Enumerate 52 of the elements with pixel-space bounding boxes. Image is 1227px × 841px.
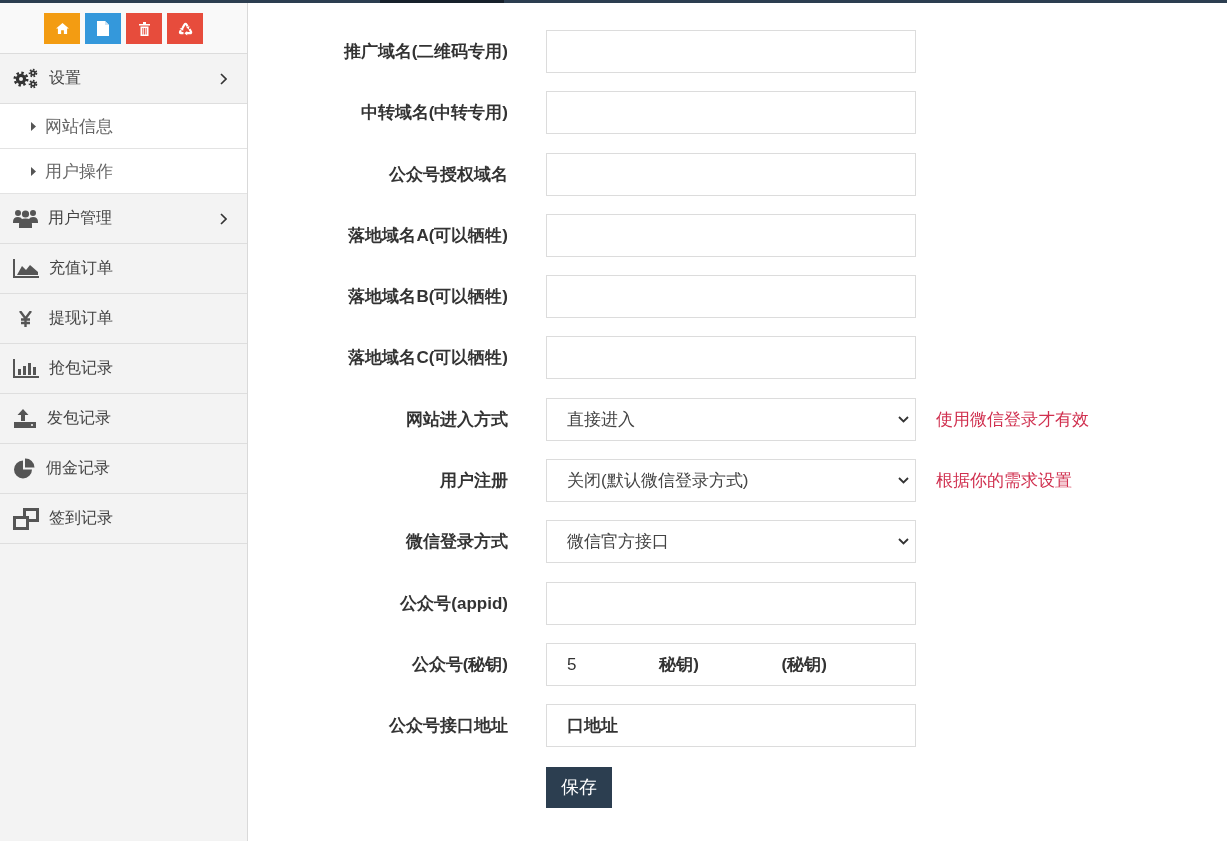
home-icon — [55, 23, 69, 34]
input-field[interactable] — [546, 152, 916, 196]
input-field[interactable]: 5 秘钥) (秘钥) — [546, 642, 916, 686]
home-button[interactable] — [44, 13, 80, 44]
input-field[interactable] — [546, 91, 916, 135]
document-icon — [97, 21, 109, 36]
recycle-icon — [177, 21, 193, 36]
trash-icon — [138, 21, 150, 36]
field-label: 落地域名A(可以牺牲) — [347, 224, 508, 247]
input-field[interactable] — [546, 30, 916, 73]
sidebar-subitem[interactable]: 网站信息 — [0, 104, 247, 149]
upload-icon — [13, 409, 37, 428]
dropdown-field[interactable]: 微信官方接口 — [546, 520, 916, 564]
field-label: 用户注册 — [439, 470, 508, 493]
input-field[interactable]: 口地址 — [546, 704, 916, 748]
field-label: 公众号(appid) — [399, 592, 508, 615]
yen-icon — [19, 310, 32, 327]
area-chart-icon — [13, 259, 39, 278]
input-field[interactable] — [546, 336, 916, 380]
field-label: 微信登录方式 — [405, 531, 508, 554]
field-label: 落地域名C(可以牺牲) — [347, 347, 508, 370]
dropdown-field[interactable]: 关闭(默认微信登录方式) — [546, 459, 916, 503]
overlapping-squares-icon — [13, 507, 39, 530]
field-label: 推广域名(二维码专用) — [342, 41, 508, 63]
users-icon — [13, 209, 38, 228]
bar-chart-icon — [13, 359, 39, 378]
hint-text: 使用微信登录才有效 — [936, 408, 1089, 431]
chevron-right-icon — [220, 72, 227, 85]
input-field[interactable] — [546, 213, 916, 257]
chevron-down-icon — [898, 477, 909, 485]
pie-chart-icon — [13, 457, 36, 480]
sidebar-subitem[interactable]: 用户操作 — [0, 149, 247, 194]
recycle-button[interactable] — [167, 13, 203, 44]
input-field[interactable] — [546, 275, 916, 319]
field-label: 公众号接口地址 — [388, 715, 508, 738]
input-field[interactable] — [546, 581, 916, 625]
chevron-down-icon — [898, 538, 909, 546]
field-label: 公众号(秘钥) — [410, 653, 508, 676]
field-label: 落地域名B(可以牺牲) — [347, 286, 508, 309]
dropdown-field[interactable]: 直接进入 — [546, 397, 916, 441]
hint-text: 根据你的需求设置 — [936, 470, 1072, 493]
field-label: 公众号授权域名 — [388, 163, 508, 186]
delete-button[interactable] — [126, 13, 162, 44]
caret-right-icon — [31, 166, 36, 176]
field-label: 中转域名(中转专用) — [359, 102, 508, 125]
save-button[interactable]: 保存 — [546, 766, 612, 808]
chevron-right-icon — [220, 212, 227, 225]
field-label: 网站进入方式 — [405, 408, 508, 431]
gears-icon — [13, 68, 39, 89]
caret-right-icon — [31, 121, 36, 131]
chevron-down-icon — [898, 415, 909, 423]
document-button[interactable] — [85, 13, 121, 44]
